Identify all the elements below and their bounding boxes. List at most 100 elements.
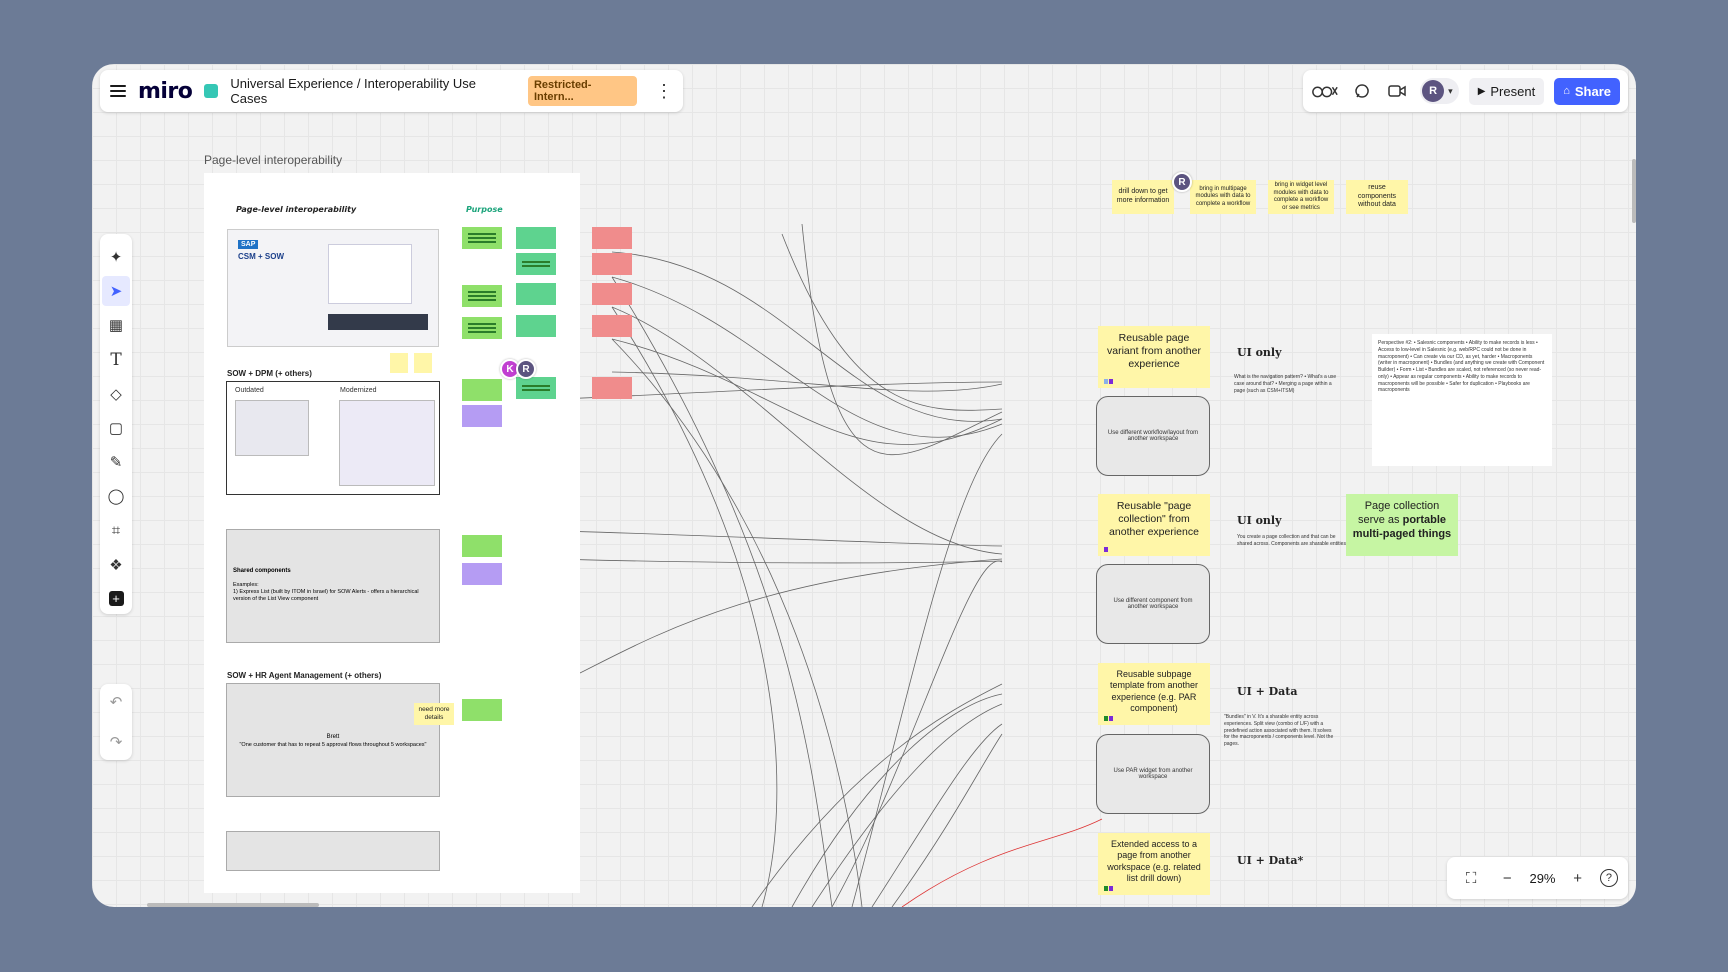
- par-widget-node[interactable]: Use PAR widget from another workspace: [1096, 734, 1210, 814]
- frame-page-level[interactable]: Page-level interoperability Purpose SAP …: [204, 173, 632, 893]
- present-button[interactable]: ▶ Present: [1468, 77, 1545, 105]
- reusable-page-collection-sticky[interactable]: Reusable "page collection" from another …: [1098, 494, 1210, 556]
- board-header: miro Universal Experience / Interoperabi…: [100, 70, 683, 112]
- hr-agent-box[interactable]: Brett "One customer that has to repeat 5…: [226, 683, 440, 797]
- main-menu-icon[interactable]: [110, 85, 126, 97]
- pen-icon[interactable]: ✎: [102, 447, 130, 477]
- pain-sticky[interactable]: [592, 227, 632, 249]
- shared-components-item: 1) Express List (built by ITOM in Israel…: [233, 589, 419, 603]
- user-avatar: R: [1422, 80, 1445, 102]
- collaboration-bar: R ▾ ▶ Present ⌂ Share: [1303, 70, 1628, 112]
- tag-swatch: [1104, 716, 1114, 721]
- section-title-hr: SOW + HR Agent Management (+ others): [227, 671, 382, 680]
- slide-screenshot: [328, 244, 412, 304]
- component-node[interactable]: Use different component from another wor…: [1096, 564, 1210, 644]
- extended-access-sticky[interactable]: Extended access to a page from another w…: [1098, 833, 1210, 895]
- purpose-sticky[interactable]: [462, 563, 502, 585]
- purpose-sticky[interactable]: [462, 227, 502, 249]
- video-call-icon[interactable]: [1385, 77, 1411, 105]
- templates-icon[interactable]: ❖: [102, 550, 130, 580]
- sap-slide[interactable]: SAP CSM + SOW: [227, 229, 439, 347]
- goal-sticky[interactable]: [516, 377, 556, 399]
- horizontal-scrollbar[interactable]: [147, 903, 319, 907]
- classification-badge[interactable]: Restricted-Intern...: [527, 76, 637, 106]
- purpose-sticky[interactable]: [462, 535, 502, 557]
- pain-sticky[interactable]: [592, 283, 632, 305]
- mini-sticky[interactable]: [390, 353, 408, 373]
- goal-sticky[interactable]: [516, 283, 556, 305]
- pain-sticky[interactable]: [592, 377, 632, 399]
- goal-sticky[interactable]: [516, 227, 556, 249]
- shared-components-box[interactable]: Shared components Examples: 1) Express L…: [226, 529, 440, 643]
- select-cursor-icon[interactable]: ➤: [102, 276, 130, 307]
- fit-to-screen-icon[interactable]: ⛶: [1457, 864, 1485, 892]
- help-icon[interactable]: ?: [1599, 869, 1618, 887]
- add-icon[interactable]: +: [102, 584, 130, 614]
- sparkle-icon[interactable]: ✦: [102, 242, 130, 272]
- share-icon: ⌂: [1563, 85, 1570, 97]
- next-box[interactable]: [226, 831, 440, 871]
- hr-quote: "One customer that has to repeat 5 appro…: [239, 742, 427, 748]
- top-sticky[interactable]: bring in widget level modules with data …: [1268, 180, 1334, 214]
- top-sticky[interactable]: reuse components without data: [1346, 180, 1408, 214]
- reusable-page-variant-sticky[interactable]: Reusable page variant from another exper…: [1098, 326, 1210, 388]
- collaborators-menu[interactable]: R ▾: [1420, 78, 1459, 104]
- bundles-note: "Bundles" in V. It's a sharable entity a…: [1224, 714, 1334, 747]
- purpose-heading: Purpose: [466, 205, 503, 214]
- outdated-modernized-slide[interactable]: Outdated Modernized: [226, 381, 440, 495]
- need-more-details-sticky[interactable]: need more details: [414, 703, 454, 725]
- purpose-sticky[interactable]: [462, 285, 502, 307]
- more-options-icon[interactable]: ⋮: [655, 81, 673, 102]
- zoom-out-icon[interactable]: −: [1493, 864, 1521, 892]
- label-ui-only: UI only: [1237, 346, 1282, 359]
- reusable-subpage-sticky[interactable]: Reusable subpage template from another e…: [1098, 663, 1210, 725]
- pain-sticky[interactable]: [592, 253, 632, 275]
- share-button[interactable]: ⌂ Share: [1554, 77, 1620, 105]
- shapes-icon[interactable]: ◇: [102, 379, 130, 409]
- pain-sticky[interactable]: [592, 315, 632, 337]
- board-title[interactable]: Universal Experience / Interoperability …: [230, 76, 516, 106]
- slide-title: CSM + SOW: [238, 252, 285, 261]
- perspective-note[interactable]: Perspective #2: • Salesnic components • …: [1372, 334, 1552, 466]
- frame-heading: Page-level interoperability: [236, 205, 357, 214]
- page-collection-note: You create a page collection and that ca…: [1237, 534, 1346, 547]
- miro-logo[interactable]: miro: [138, 79, 193, 104]
- collaborator-cursor-top: R: [1172, 172, 1192, 192]
- play-icon: ▶: [1477, 85, 1486, 97]
- purpose-sticky[interactable]: [462, 699, 502, 721]
- chat-icon[interactable]: [1349, 77, 1375, 105]
- mini-sticky[interactable]: [414, 353, 432, 373]
- outdated-screenshot: [235, 400, 309, 456]
- top-sticky[interactable]: bring in multipage modules with data to …: [1190, 180, 1256, 214]
- section-title-dpm: SOW + DPM (+ others): [227, 369, 312, 378]
- workflow-layout-node[interactable]: Use different workflow/layout from anoth…: [1096, 396, 1210, 476]
- share-label: Share: [1574, 83, 1611, 99]
- goal-sticky[interactable]: [516, 315, 556, 337]
- zoom-level[interactable]: 29%: [1529, 871, 1555, 886]
- undo-icon[interactable]: ↶: [102, 686, 130, 718]
- sticky-note-icon[interactable]: ▢: [102, 413, 130, 443]
- frame-icon[interactable]: ⌗: [102, 516, 130, 546]
- goal-sticky[interactable]: [516, 253, 556, 275]
- text-icon[interactable]: T: [102, 345, 130, 375]
- purpose-sticky[interactable]: [462, 379, 502, 401]
- zoom-in-icon[interactable]: +: [1564, 864, 1592, 892]
- page-collection-green-sticky[interactable]: Page collection serve as portable multi-…: [1346, 494, 1458, 556]
- frame-label[interactable]: Page-level interoperability: [204, 153, 342, 167]
- top-sticky[interactable]: drill down to get more information: [1112, 180, 1174, 214]
- zoom-controls: ⛶ − 29% + ?: [1447, 857, 1628, 899]
- reactions-icon[interactable]: [1311, 77, 1339, 105]
- vertical-scrollbar[interactable]: [1632, 159, 1636, 223]
- sticky-text: Reusable "page collection" from another …: [1109, 500, 1199, 539]
- redo-icon[interactable]: ↷: [102, 726, 130, 758]
- purpose-sticky[interactable]: [462, 317, 502, 339]
- table-icon[interactable]: ▦: [102, 310, 130, 340]
- present-label: Present: [1490, 83, 1536, 99]
- comment-icon[interactable]: ◯: [102, 481, 130, 511]
- shared-components-examples: Examples:: [233, 582, 259, 588]
- miro-board-window[interactable]: miro Universal Experience / Interoperabi…: [92, 64, 1636, 907]
- hr-brett: Brett: [326, 734, 340, 740]
- sap-logo: SAP: [238, 240, 259, 249]
- tag-swatch: [1104, 547, 1114, 552]
- purpose-sticky[interactable]: [462, 405, 502, 427]
